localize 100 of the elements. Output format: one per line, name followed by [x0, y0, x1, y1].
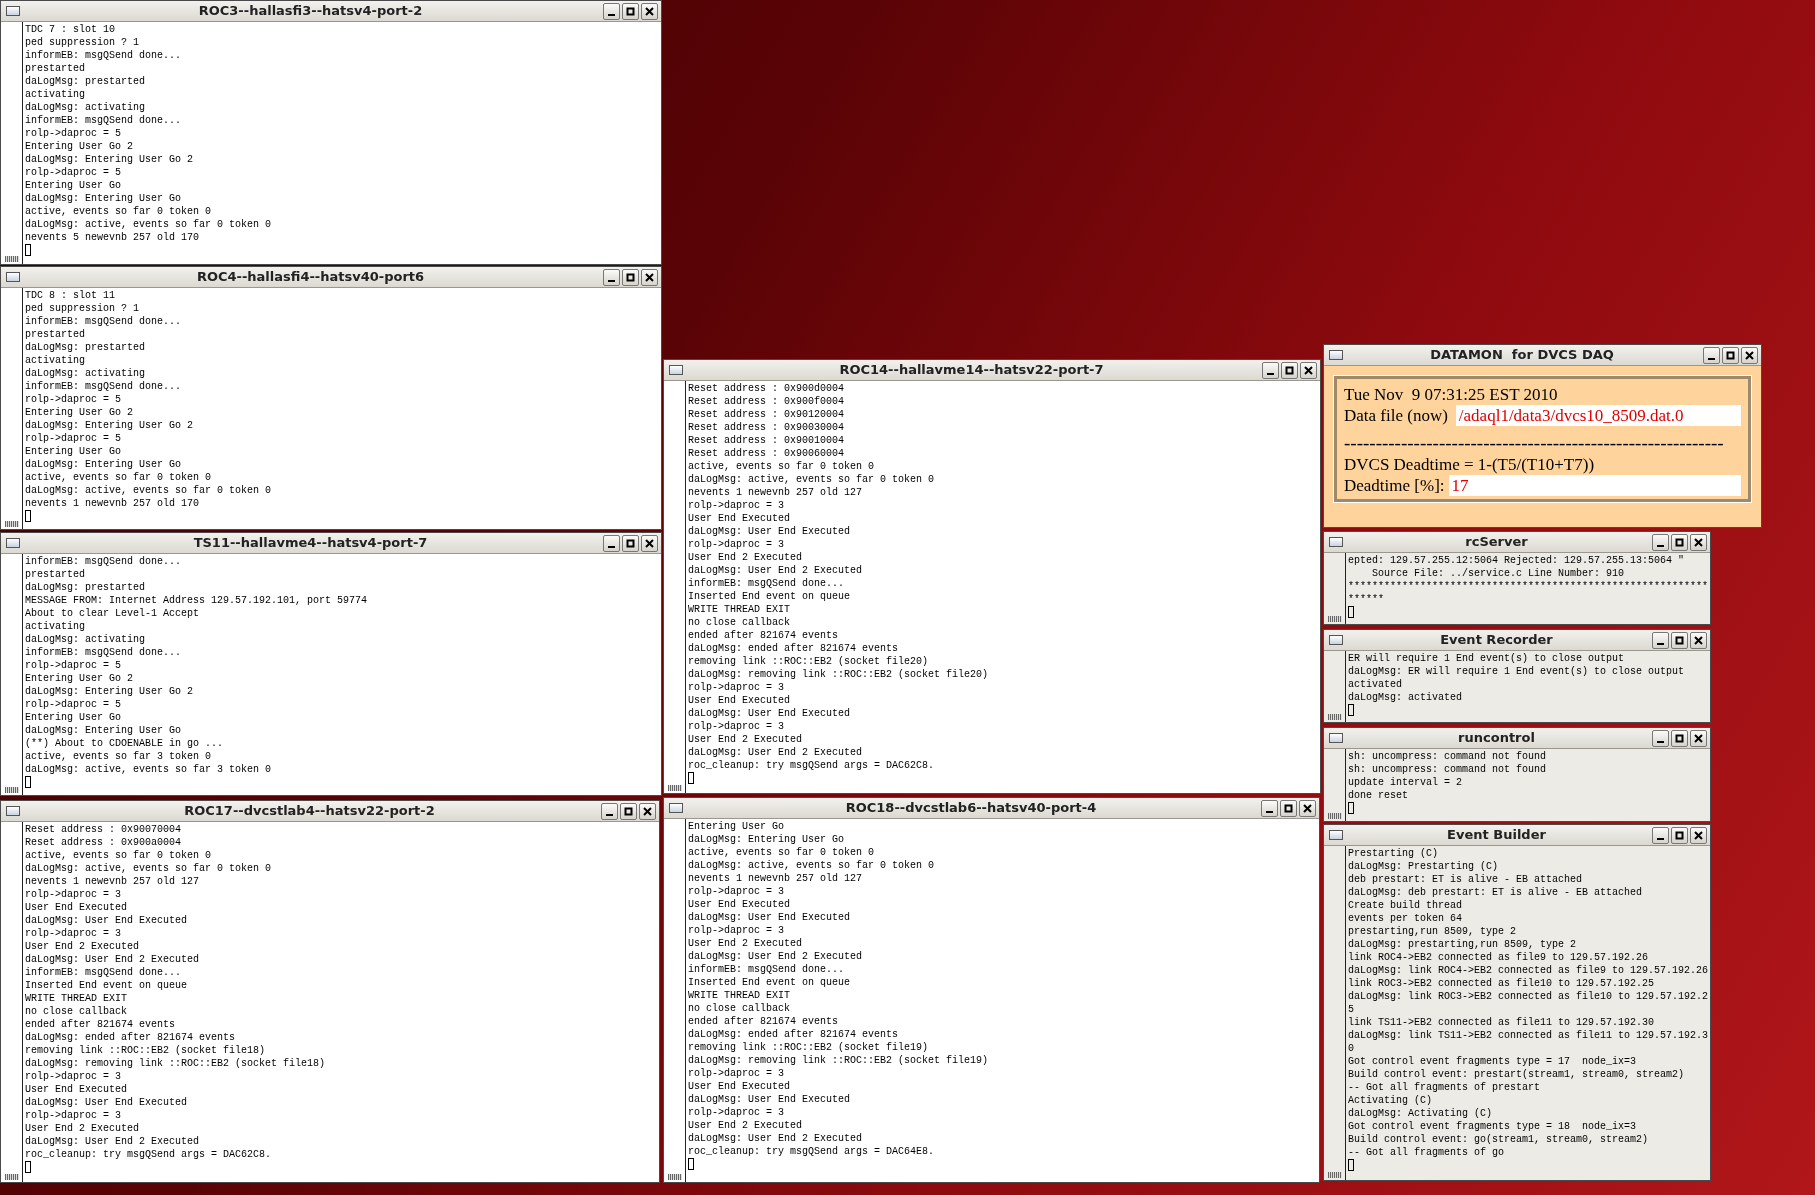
minimize-icon	[1656, 544, 1665, 547]
log-line: link TS11->EB2 connected as file11 to 129.57.192.30	[1348, 1016, 1656, 1029]
maximize-button[interactable]	[1671, 729, 1688, 747]
scrollbar-grip-icon[interactable]	[5, 256, 19, 262]
log-line: roc_cleanup: try msgQSend args = DAC62C8.	[688, 759, 936, 772]
data-file-field[interactable]: /adaql1/data3/dvcs10_8509.dat.0	[1455, 405, 1741, 426]
window-menu-icon[interactable]	[1329, 733, 1343, 743]
log-line: daLogMsg: User End Executed	[688, 707, 852, 720]
maximize-button[interactable]	[1671, 631, 1688, 649]
window-title: ROC14--hallavme14--hatsv22-port-7	[838, 361, 1105, 380]
log-line: Reset address : 0x900d0004	[688, 382, 846, 395]
log-line: Entering User Go	[688, 820, 785, 833]
scrollbar-grip-icon[interactable]	[5, 521, 19, 527]
maximize-button[interactable]	[1281, 361, 1298, 379]
text-cursor	[25, 1161, 31, 1173]
scrollbar-grip-icon[interactable]	[668, 785, 682, 791]
log-line: Inserted End event on queue	[688, 976, 852, 989]
log-line: informEB: msgQSend done...	[25, 49, 183, 62]
window-menu-icon[interactable]	[1329, 830, 1343, 840]
log-line: Entering User Go 2	[25, 672, 135, 685]
scrollbar-grip-icon[interactable]	[1328, 616, 1342, 622]
minimize-button[interactable]	[603, 268, 620, 286]
maximize-button[interactable]	[622, 268, 639, 286]
log-line: daLogMsg: Entering User Go 2	[25, 685, 195, 698]
log-line: rolp->daproc = 3	[688, 924, 785, 937]
log-line: User End 2 Executed	[688, 937, 804, 950]
close-button[interactable]	[641, 534, 658, 552]
log-line: User End Executed	[688, 512, 792, 525]
close-button[interactable]	[1690, 533, 1707, 551]
close-button[interactable]	[1690, 826, 1707, 844]
close-button[interactable]	[1299, 799, 1316, 817]
maximize-button[interactable]	[1722, 346, 1739, 364]
text-cursor	[25, 510, 31, 522]
minimize-button[interactable]	[601, 802, 618, 820]
log-line: informEB: msgQSend done...	[25, 315, 183, 328]
scrollbar-grip-icon[interactable]	[668, 1174, 682, 1180]
log-line: Build control event: go(stream1, stream0, stream2)	[1348, 1133, 1650, 1146]
minimize-button[interactable]	[1261, 799, 1278, 817]
deadtime-field[interactable]: 17	[1448, 475, 1741, 496]
maximize-button[interactable]	[620, 802, 637, 820]
maximize-button[interactable]	[1671, 533, 1688, 551]
log-line: Reset address : 0x90030004	[688, 421, 846, 434]
maximize-button[interactable]	[1280, 799, 1297, 817]
minimize-button[interactable]	[1262, 361, 1279, 379]
close-button[interactable]	[641, 2, 658, 20]
log-line: User End Executed	[688, 1080, 792, 1093]
close-icon	[1694, 830, 1703, 840]
window-menu-icon[interactable]	[669, 365, 683, 375]
minimize-button[interactable]	[603, 2, 620, 20]
minimize-button[interactable]	[603, 534, 620, 552]
maximize-button[interactable]	[622, 534, 639, 552]
minimize-icon	[1656, 837, 1665, 840]
maximize-button[interactable]	[622, 2, 639, 20]
window-menu-icon[interactable]	[6, 272, 20, 282]
log-line: About to clear Level-1 Accept	[25, 607, 201, 620]
log-line: daLogMsg: removing link ::ROC::EB2 (socket file20)	[688, 668, 990, 681]
scrollbar-grip-icon[interactable]	[1328, 813, 1342, 819]
date-text: Tue Nov 9 07:31:25 EST 2010	[1344, 384, 1559, 405]
window-title: Event Recorder	[1439, 631, 1554, 650]
window-menu-icon[interactable]	[6, 538, 20, 548]
scrollbar-grip-icon[interactable]	[1328, 1172, 1342, 1178]
scrollbar-grip-icon[interactable]	[1328, 714, 1342, 720]
close-button[interactable]	[1300, 361, 1317, 379]
close-button[interactable]	[1741, 346, 1758, 364]
log-line: Reset address : 0x90120004	[688, 408, 846, 421]
close-button[interactable]	[1690, 729, 1707, 747]
log-line: daLogMsg: User End 2 Executed	[688, 564, 864, 577]
log-line: User End Executed	[25, 901, 129, 914]
maximize-icon	[1675, 537, 1684, 547]
window-menu-icon[interactable]	[669, 803, 683, 813]
close-button[interactable]	[639, 802, 656, 820]
log-line: removing link ::ROC::EB2 (socket file18)	[25, 1044, 267, 1057]
log-line: MESSAGE FROM: Internet Address 129.57.192.101, port 59774	[25, 594, 369, 607]
scrollbar-grip-icon[interactable]	[5, 787, 19, 793]
close-button[interactable]	[1690, 631, 1707, 649]
log-line: informEB: msgQSend done...	[25, 966, 183, 979]
log-line: rolp->daproc = 5	[25, 698, 122, 711]
minimize-button[interactable]	[1652, 533, 1669, 551]
minimize-button[interactable]	[1703, 346, 1720, 364]
window-menu-icon[interactable]	[1329, 635, 1343, 645]
log-line: User End Executed	[688, 694, 792, 707]
log-line: -- Got all fragments of go	[1348, 1146, 1506, 1159]
log-line: rolp->daproc = 3	[688, 885, 785, 898]
window-menu-icon[interactable]	[6, 806, 20, 816]
field-label: Deadtime [%]:	[1344, 475, 1445, 496]
log-line: Got control event fragments type = 17 node_ix=3	[1348, 1055, 1638, 1068]
minimize-button[interactable]	[1652, 631, 1669, 649]
minimize-button[interactable]	[1652, 826, 1669, 844]
window-menu-icon[interactable]	[6, 6, 20, 16]
log-line: removing link ::ROC::EB2 (socket file20)	[688, 655, 930, 668]
log-line: active, events so far 3 token 0	[25, 750, 213, 763]
minimize-button[interactable]	[1652, 729, 1669, 747]
log-line: daLogMsg: prestarted	[25, 341, 147, 354]
window-menu-icon[interactable]	[1329, 350, 1343, 360]
log-line: daLogMsg: ended after 821674 events	[688, 642, 900, 655]
scrollbar-grip-icon[interactable]	[5, 1174, 19, 1180]
close-button[interactable]	[641, 268, 658, 286]
window-title: runcontrol	[1457, 729, 1536, 748]
window-menu-icon[interactable]	[1329, 537, 1343, 547]
maximize-button[interactable]	[1671, 826, 1688, 844]
